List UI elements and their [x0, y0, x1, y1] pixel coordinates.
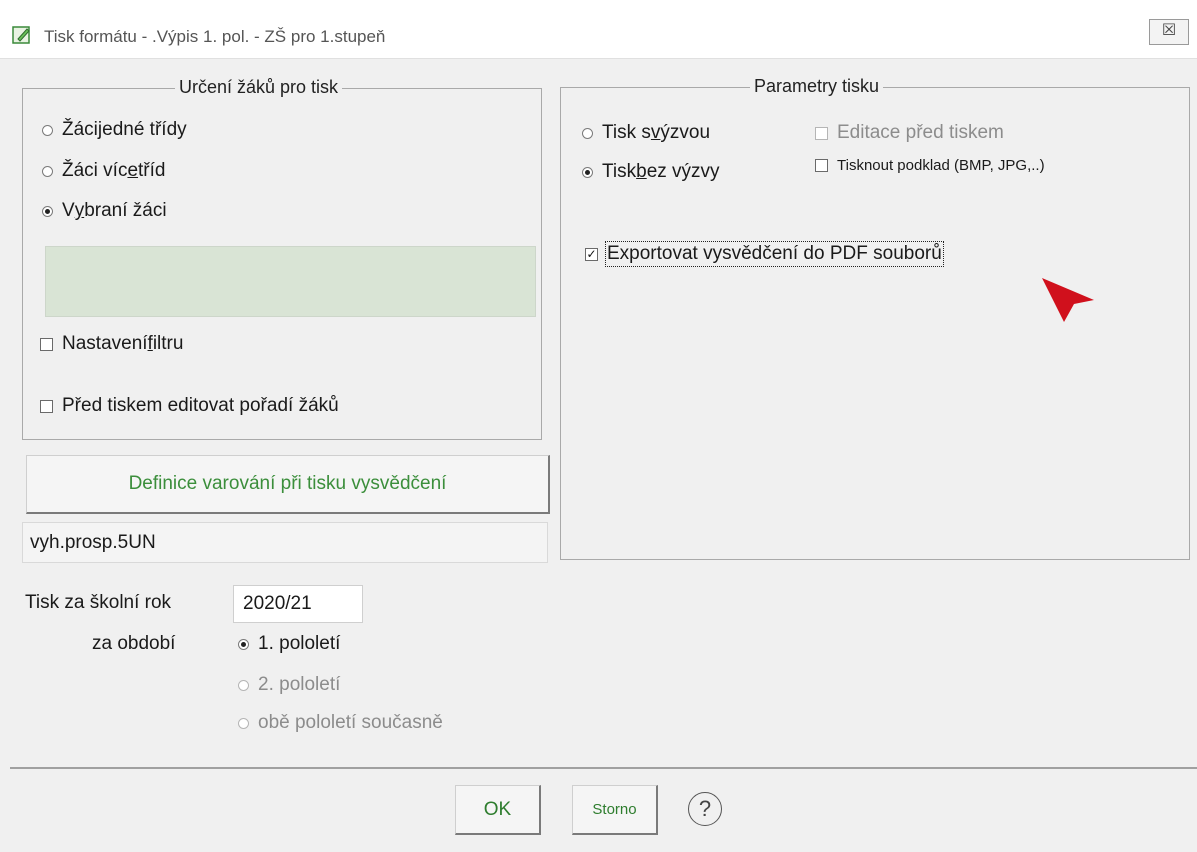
edit-document-icon: [12, 26, 30, 44]
checkbox-indicator: ✓: [585, 246, 598, 261]
warning-definition-field: vyh.prosp.5UN: [22, 522, 548, 563]
radio-period-second-half[interactable]: 2. pololetí: [238, 674, 340, 696]
checkbox-indicator: [815, 159, 828, 172]
radio-indicator: [238, 679, 249, 691]
ok-button[interactable]: OK: [455, 785, 541, 835]
radio-indicator: [42, 124, 53, 136]
edit-order-checkbox[interactable]: Před tiskem editovat pořadí žáků: [40, 395, 339, 417]
export-pdf-checkbox[interactable]: ✓ Exportovat vysvědčení do PDF souborů: [585, 241, 944, 267]
radio-period-both[interactable]: obě pololetí současně: [238, 712, 443, 734]
checkbox-indicator: [815, 126, 828, 140]
cancel-button[interactable]: Storno: [572, 785, 658, 835]
radio-indicator: [42, 165, 53, 177]
close-icon: ☒: [1161, 22, 1177, 39]
checkbox-indicator: [40, 399, 53, 413]
radio-period-first-half[interactable]: 1. pololetí: [238, 633, 340, 655]
filter-checkbox[interactable]: Nastavení f iltru: [40, 333, 183, 355]
red-cursor-arrow-icon: [1042, 278, 1094, 322]
title-bar: Tisk formátu - .Výpis 1. pol. - ZŠ pro 1…: [0, 0, 1197, 59]
window-title: Tisk formátu - .Výpis 1. pol. - ZŠ pro 1…: [44, 27, 386, 46]
help-icon[interactable]: ?: [688, 792, 722, 826]
define-warning-button[interactable]: Definice varování při tisku vysvědčení: [26, 455, 550, 514]
radio-print-with-prompt[interactable]: Tisk s v ýzvou: [582, 122, 710, 144]
print-background-checkbox[interactable]: Tisknout podklad (BMP, JPG,..): [815, 157, 1045, 174]
close-button[interactable]: ☒: [1149, 19, 1189, 45]
radio-indicator: [42, 205, 53, 217]
selected-students-list[interactable]: [45, 246, 536, 317]
radio-indicator: [238, 717, 249, 729]
school-year-label: Tisk za školní rok: [25, 592, 172, 613]
radio-multiple-classes[interactable]: Žáci víc e tříd: [42, 160, 165, 182]
edit-before-print-checkbox[interactable]: Editace před tiskem: [815, 122, 1004, 144]
checkbox-indicator: [40, 337, 53, 351]
radio-selected-students[interactable]: Vy braní žáci: [42, 200, 167, 222]
school-year-input[interactable]: 2020/21: [233, 585, 363, 623]
period-label: za období: [92, 633, 176, 654]
radio-print-without-prompt[interactable]: Tisk b ez výzvy: [582, 161, 720, 183]
radio-single-class[interactable]: Žáci j edné třídy: [42, 119, 187, 141]
print-params-group-title: Parametry tisku: [750, 76, 884, 97]
radio-indicator: [582, 166, 593, 178]
bottom-divider: [10, 767, 1197, 769]
radio-indicator: [238, 638, 249, 650]
radio-indicator: [582, 127, 593, 139]
students-group-title: Určení žáků pro tisk: [175, 77, 343, 98]
